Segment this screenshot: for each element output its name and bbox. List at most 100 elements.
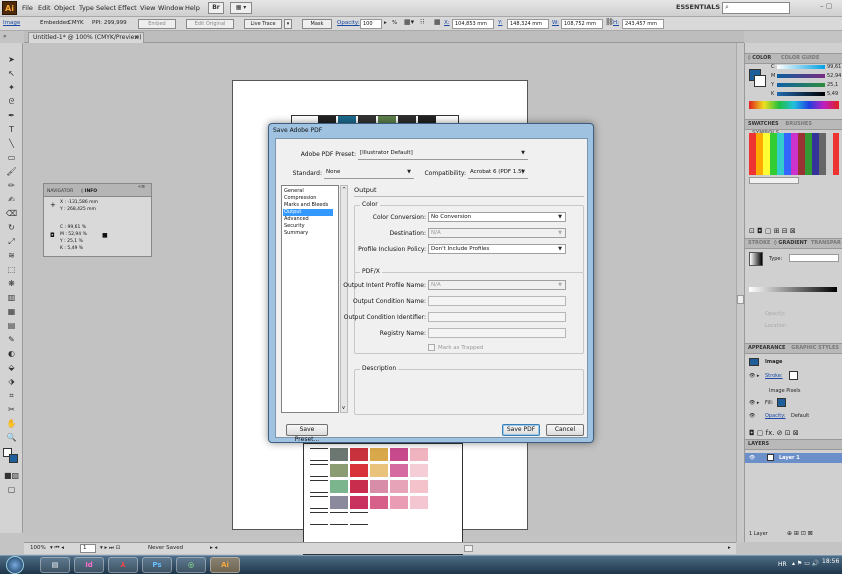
layer-row[interactable]: 👁 Layer 1 bbox=[745, 453, 842, 463]
direct-selection-tool-icon[interactable]: ↖ bbox=[2, 67, 21, 80]
destination-select[interactable]: N/A ▼ bbox=[428, 228, 566, 238]
vertical-scrollbar[interactable] bbox=[736, 43, 744, 542]
taskbar-explorer-icon[interactable]: ▤ bbox=[40, 557, 70, 573]
document-tab[interactable]: Untitled-1* @ 100% (CMYK/Preview) × bbox=[28, 32, 144, 43]
status-menu-arrow[interactable]: ▸ ◂ bbox=[210, 545, 217, 551]
zoom-dropdown[interactable]: ▾ ⏮ ◂ bbox=[50, 545, 64, 552]
warp-tool-icon[interactable]: ≋ bbox=[2, 249, 21, 262]
appearance-toolbar[interactable]: ◘ ▢ fx. ⊘ ⊡ ⊠ bbox=[749, 429, 799, 437]
eye-icon[interactable]: 👁 bbox=[749, 413, 755, 419]
bridge-button[interactable]: Br bbox=[208, 2, 224, 14]
c-slider[interactable] bbox=[777, 65, 825, 69]
category-list[interactable]: General Compression Marks and Bleeds Out… bbox=[281, 185, 339, 413]
tab-transparency[interactable]: TRANSPAR bbox=[811, 240, 841, 246]
condition-id-input[interactable] bbox=[428, 312, 566, 322]
k-value[interactable]: 5,49 bbox=[827, 91, 838, 97]
menu-edit[interactable]: Edit bbox=[38, 4, 51, 12]
color-stroke-swatch[interactable] bbox=[754, 75, 766, 87]
tab-color-guide[interactable]: COLOR GUIDE bbox=[781, 55, 819, 61]
magic-wand-tool-icon[interactable]: ✦ bbox=[2, 81, 21, 94]
chevron-down-icon[interactable]: v bbox=[342, 405, 345, 411]
h-label[interactable]: H: bbox=[613, 20, 619, 26]
pencil-tool-icon[interactable]: ✏ bbox=[2, 179, 21, 192]
swatch-gradients[interactable] bbox=[749, 177, 799, 184]
live-trace-options[interactable]: ▾ bbox=[284, 19, 292, 29]
tab-stroke[interactable]: STROKE bbox=[748, 240, 770, 246]
gradient-tool-icon[interactable]: ▤ bbox=[2, 319, 21, 332]
recolor-icon[interactable]: ▦▾ bbox=[404, 18, 414, 26]
taskbar-browser-icon[interactable]: ◎ bbox=[176, 557, 206, 573]
paintbrush-tool-icon[interactable]: 🖌 bbox=[2, 165, 21, 178]
eye-icon[interactable]: 👁 bbox=[749, 455, 755, 461]
placed-image-swatches[interactable] bbox=[303, 443, 463, 555]
eye-icon[interactable]: 👁 ▸ bbox=[749, 373, 759, 379]
pen-tool-icon[interactable]: ✒ bbox=[2, 109, 21, 122]
category-advanced[interactable]: Advanced bbox=[283, 216, 333, 223]
chevron-up-icon[interactable]: ^ bbox=[342, 187, 346, 193]
layer-name[interactable]: Layer 1 bbox=[779, 455, 800, 461]
y-input[interactable]: 148,324 mm bbox=[507, 19, 549, 29]
eraser-tool-icon[interactable]: ⌫ bbox=[2, 207, 21, 220]
page-input[interactable]: 1 bbox=[80, 544, 96, 553]
mesh-tool-icon[interactable]: ▦ bbox=[2, 305, 21, 318]
appearance-fill[interactable]: Fill: bbox=[765, 400, 773, 406]
eye-icon[interactable]: 👁 ▸ bbox=[749, 400, 759, 406]
edit-original-button[interactable]: Edit Original bbox=[186, 19, 234, 29]
tab-appearance[interactable]: APPEARANCE bbox=[748, 345, 785, 351]
eyedropper-tool-icon[interactable]: ✎ bbox=[2, 333, 21, 346]
screen-mode-icon[interactable]: ▢ bbox=[2, 483, 21, 496]
image-link[interactable]: Image bbox=[3, 20, 20, 26]
layers-toolbar[interactable]: ⊕ ⊞ ⊡ ⊠ bbox=[787, 530, 813, 537]
live-paint-tool-icon[interactable]: ⬙ bbox=[2, 361, 21, 374]
crop-tool-icon[interactable]: ⌗ bbox=[2, 389, 21, 402]
compatibility-select[interactable]: Acrobat 6 (PDF 1.5) ▼ bbox=[468, 168, 528, 178]
w-label[interactable]: W: bbox=[552, 20, 559, 26]
gradient-slider[interactable] bbox=[749, 287, 837, 292]
taskbar-indesign[interactable]: Id bbox=[74, 557, 104, 573]
swatch-grid[interactable] bbox=[749, 133, 839, 175]
rotate-tool-icon[interactable]: ↻ bbox=[2, 221, 21, 234]
menu-help[interactable]: Help bbox=[185, 4, 200, 12]
swatches-toolbar[interactable]: ⊡ ◘ ▢ ⊞ ⊟ ⊠ bbox=[749, 227, 796, 235]
h-input[interactable]: 243,457 mm bbox=[622, 19, 664, 29]
opacity-stepper[interactable]: ▸ bbox=[384, 20, 387, 26]
blob-brush-tool-icon[interactable]: ✍ bbox=[2, 193, 21, 206]
live-paint-selection-tool-icon[interactable]: ⬗ bbox=[2, 375, 21, 388]
menu-view[interactable]: View bbox=[140, 4, 155, 12]
cancel-button[interactable]: Cancel bbox=[546, 424, 584, 436]
lasso-tool-icon[interactable]: ᘓ bbox=[2, 95, 21, 108]
tab-graphic-styles[interactable]: GRAPHIC STYLES bbox=[791, 345, 839, 351]
w-input[interactable]: 108,752 mm bbox=[561, 19, 603, 29]
save-preset-button[interactable]: Save Preset... bbox=[286, 424, 328, 443]
zoom-level[interactable]: 100% bbox=[30, 545, 46, 551]
scale-tool-icon[interactable]: ⤢ bbox=[2, 235, 21, 248]
tab-swatches[interactable]: SWATCHES bbox=[748, 121, 779, 127]
align-icon[interactable]: ⁝⁝ bbox=[420, 18, 424, 26]
x-input[interactable]: 104,853 mm bbox=[452, 19, 494, 29]
k-slider[interactable] bbox=[777, 92, 825, 96]
tab-navigator[interactable]: NAVIGATOR bbox=[47, 189, 73, 194]
gradient-preview[interactable] bbox=[749, 252, 763, 266]
color-spectrum[interactable] bbox=[749, 101, 839, 109]
tab-gradient[interactable]: ◊ GRADIENT bbox=[774, 240, 807, 246]
tab-info[interactable]: ◊ INFO bbox=[81, 189, 97, 194]
m-slider[interactable] bbox=[777, 74, 825, 78]
menu-file[interactable]: File bbox=[22, 4, 33, 12]
taskbar-acrobat-icon[interactable]: ⅄ bbox=[108, 557, 138, 573]
live-trace-button[interactable]: Live Trace bbox=[244, 19, 282, 29]
tray-clock[interactable]: 18:56 bbox=[822, 558, 839, 565]
blend-tool-icon[interactable]: ◐ bbox=[2, 347, 21, 360]
category-security[interactable]: Security bbox=[283, 223, 333, 230]
panel-menu-icon[interactable]: «≡ bbox=[138, 184, 145, 190]
color-conversion-select[interactable]: No Conversion ▼ bbox=[428, 212, 566, 222]
profile-policy-select[interactable]: Don't Include Profiles ▼ bbox=[428, 244, 566, 254]
reference-point-icon[interactable]: ▦ bbox=[434, 18, 441, 26]
registry-input[interactable] bbox=[428, 328, 566, 338]
page-navigation[interactable]: ▾ ▸ ⏭ ⊡ bbox=[100, 545, 120, 552]
y-label[interactable]: Y: bbox=[498, 20, 502, 26]
rectangle-tool-icon[interactable]: ▭ bbox=[2, 151, 21, 164]
embed-button[interactable]: Embed bbox=[138, 19, 176, 29]
vertical-scrollbar-thumb[interactable] bbox=[737, 295, 744, 304]
opacity-link[interactable]: Opacity: bbox=[337, 20, 360, 26]
panel-collapse-icon[interactable]: » bbox=[3, 33, 7, 40]
